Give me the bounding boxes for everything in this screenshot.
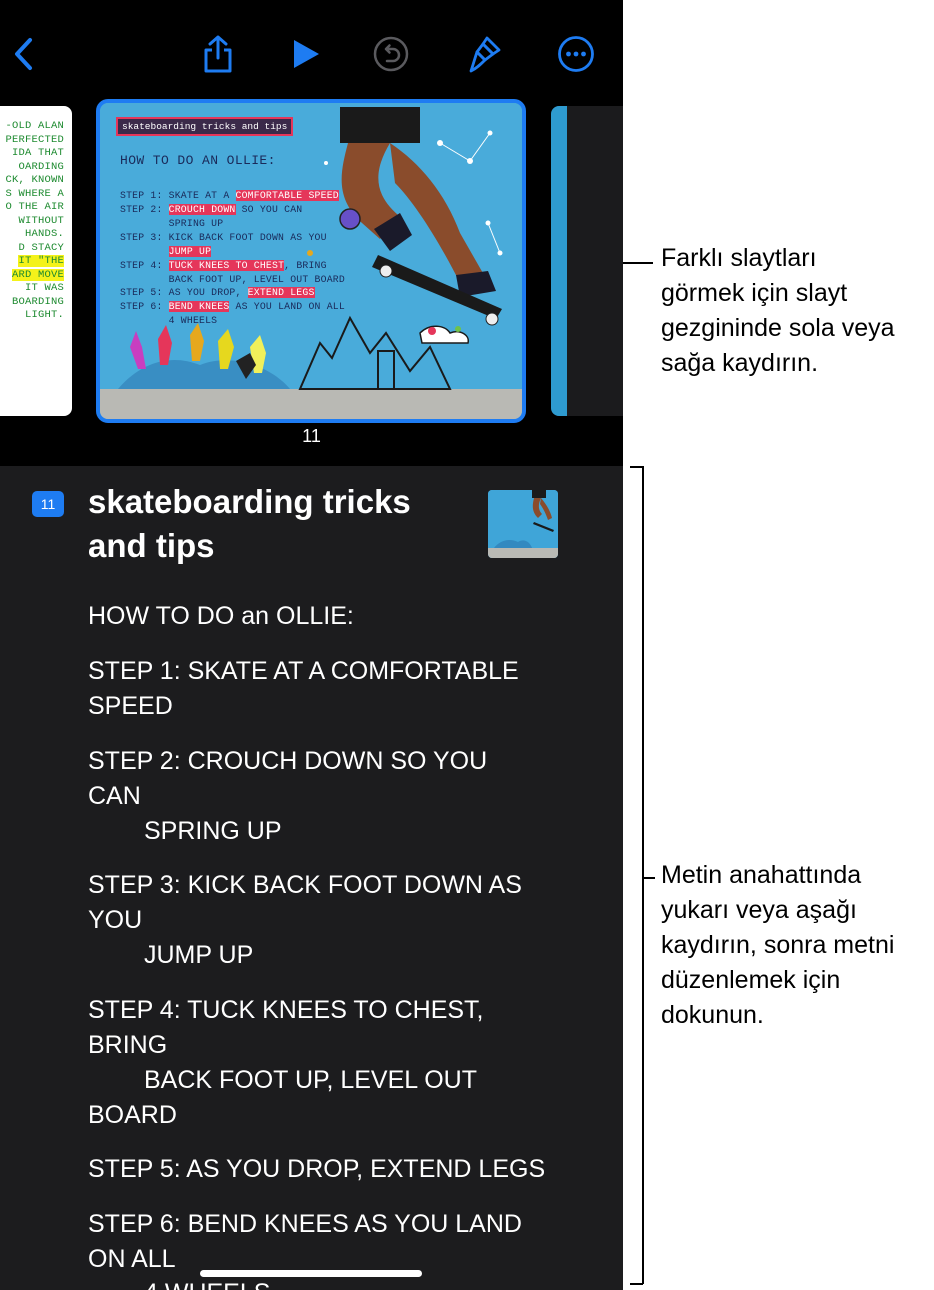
slide-heading: HOW TO DO AN OLLIE: <box>120 153 276 168</box>
slide-step-6: STEP 6: BEND KNEES AS YOU LAND ON ALL <box>120 301 345 312</box>
slide-step-4: STEP 4: TUCK KNEES TO CHEST, BRING <box>120 260 327 271</box>
back-chevron-icon[interactable] <box>0 30 48 78</box>
callout-outline-line: dokunun. <box>661 1001 764 1029</box>
outline-slide-title[interactable]: skateboarding tricks and tips <box>88 480 468 568</box>
slide-step-2: STEP 2: CROUCH DOWN SO YOU CAN <box>120 204 303 215</box>
paintbrush-icon[interactable] <box>460 30 508 78</box>
callout-outline-line: yukarı veya aşağı <box>661 896 857 924</box>
outline-slide-thumbnail[interactable] <box>488 490 558 558</box>
outline-text-line[interactable]: HOW TO DO an OLLIE: <box>88 602 354 631</box>
callout-leader-navigator <box>623 262 653 264</box>
share-icon[interactable] <box>194 30 242 78</box>
next-slide-edge <box>551 106 567 416</box>
play-icon[interactable] <box>282 30 330 78</box>
callout-navigator-line: sağa kaydırın. <box>661 349 819 377</box>
prev-slide-text: IT WAS <box>24 282 64 294</box>
prev-slide-text: WITHOUT <box>18 214 64 227</box>
outline-text-line[interactable]: YOU <box>88 906 142 935</box>
slide-step-3: STEP 3: KICK BACK FOOT DOWN AS YOU <box>120 232 327 243</box>
prev-slide-text: CK, KNOWN <box>5 174 64 186</box>
outline-text-line[interactable]: STEP 1: SKATE AT A COMFORTABLE <box>88 657 519 686</box>
outline-title-line: skateboarding tricks <box>88 483 411 520</box>
outline-thumbnail-image <box>488 490 558 558</box>
outline-text-line[interactable]: JUMP UP <box>144 941 253 970</box>
outline-text-line[interactable]: STEP 4: TUCK KNEES TO CHEST, <box>88 996 484 1025</box>
outline-text-line[interactable]: BACK FOOT UP, LEVEL OUT <box>144 1066 477 1095</box>
prev-slide-text: PERFECTED <box>5 133 64 146</box>
outline-text-line[interactable]: BOARD <box>88 1101 177 1130</box>
text-outline[interactable]: 11 skateboarding tricks and tips HOW TO … <box>0 466 623 1290</box>
slide-step-5: STEP 5: AS YOU DROP, EXTEND LEGS <box>120 287 315 298</box>
callout-navigator-line: gezgininde sola veya <box>661 314 895 342</box>
outline-text-line[interactable]: STEP 3: KICK BACK FOOT DOWN AS <box>88 871 522 900</box>
slide-number: 11 <box>302 426 321 446</box>
home-indicator[interactable] <box>200 1270 422 1277</box>
callout-navigator-line: görmek için slayt <box>661 279 848 307</box>
callout-navigator: Farklı slaytları görmek için slayt gezgi… <box>661 241 895 381</box>
outline-text-line[interactable]: STEP 5: AS YOU DROP, EXTEND LEGS <box>88 1155 545 1184</box>
prev-slide-text-highlight: IT "THE <box>18 255 64 267</box>
prev-slide-text-highlight: ARD MOVE <box>11 268 64 281</box>
outline-slide-badge[interactable]: 11 <box>32 491 64 517</box>
outline-text-line[interactable]: ON ALL <box>88 1245 176 1274</box>
callout-bracket-bottom <box>630 1283 643 1285</box>
prev-slide-text: HANDS. <box>24 228 64 240</box>
callout-outline: Metin anahattında yukarı veya aşağı kayd… <box>661 858 894 1033</box>
outline-text-line[interactable]: BRING <box>88 1031 167 1060</box>
slide-step-4-cont: BACK FOOT UP, LEVEL OUT BOARD <box>120 274 345 285</box>
prev-slide-text: O THE AIR <box>5 201 64 213</box>
outline-text-line[interactable]: 4 WHEELS <box>144 1279 270 1290</box>
prev-slide-text: D STACY <box>18 241 64 254</box>
slide-step-1: STEP 1: SKATE AT A COMFORTABLE SPEED <box>120 190 339 201</box>
more-icon[interactable] <box>552 30 600 78</box>
outline-text-line[interactable]: SPRING UP <box>144 817 282 846</box>
prev-slide-text: OARDING <box>18 160 64 173</box>
callout-bracket-vertical <box>642 466 644 1284</box>
toolbar <box>0 0 623 92</box>
slide-step-6-cont: 4 WHEELS <box>120 315 218 326</box>
callout-navigator-line: Farklı slaytları <box>661 244 817 272</box>
outline-text-line[interactable]: CAN <box>88 782 141 811</box>
phone-screen: -OLD ALAN PERFECTED IDA THAT OARDING CK,… <box>0 0 623 1290</box>
outline-text-line[interactable]: STEP 6: BEND KNEES AS YOU LAND <box>88 1210 522 1239</box>
outline-text-line[interactable]: STEP 2: CROUCH DOWN SO YOU <box>88 747 487 776</box>
prev-slide-text: S WHERE A <box>5 187 64 200</box>
callout-outline-line: Metin anahattında <box>661 861 862 889</box>
slide-title: skateboarding tricks and tips <box>116 117 294 136</box>
slide-step-2-cont: SPRING UP <box>120 218 224 229</box>
prev-slide-text: BOARDING <box>11 295 64 308</box>
slide-thumbnail-current[interactable]: skateboarding tricks and tips HOW TO DO … <box>96 99 526 423</box>
callout-outline-line: kaydırın, sonra metni <box>661 931 895 959</box>
outline-text-line[interactable]: SPEED <box>88 692 173 721</box>
slide-thumbnail-previous[interactable]: -OLD ALAN PERFECTED IDA THAT OARDING CK,… <box>0 106 72 416</box>
outline-title-line: and tips <box>88 527 215 564</box>
prev-slide-text: IDA THAT <box>11 147 64 159</box>
slide-step-3-cont: JUMP UP <box>168 246 212 257</box>
callout-outline-line: düzenlemek için <box>661 966 841 994</box>
slide-navigator[interactable]: -OLD ALAN PERFECTED IDA THAT OARDING CK,… <box>0 92 623 466</box>
prev-slide-text: -OLD ALAN <box>5 120 64 132</box>
slide-canvas: skateboarding tricks and tips HOW TO DO … <box>100 103 522 419</box>
undo-icon[interactable] <box>367 30 415 78</box>
prev-slide-text: LIGHT. <box>24 309 64 321</box>
slide-thumbnail-next[interactable] <box>551 106 623 416</box>
callout-leader-outline <box>643 877 655 879</box>
